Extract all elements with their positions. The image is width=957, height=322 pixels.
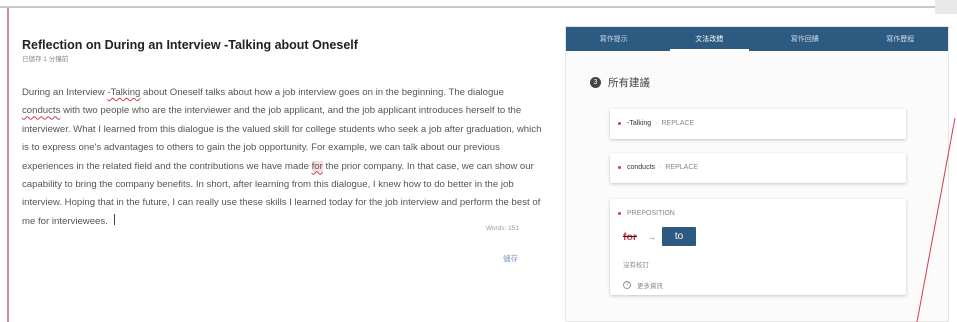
top-divider — [0, 6, 935, 8]
suggestion-type: REPLACE — [665, 164, 699, 171]
original-word: for — [623, 230, 637, 243]
tab-bar: 寫作提示 文法改錯 寫作回饋 寫作歷程 — [566, 27, 948, 51]
editor-panel: Reflection on During an Interview -Talki… — [22, 36, 544, 231]
suggestions-heading: 所有建議 — [608, 77, 650, 89]
window-corner — [935, 0, 957, 14]
suggestion-card[interactable]: conducts · REPLACE — [610, 153, 906, 183]
error-dot-icon — [618, 122, 621, 125]
document-body[interactable]: During an Interview -Talking about Onese… — [22, 84, 544, 231]
more-info-link[interactable]: ? 更多資訊 — [623, 280, 663, 290]
more-info-label: 更多資訊 — [637, 283, 663, 290]
flagged-word-talking[interactable]: -Talking — [107, 87, 140, 98]
word-count: Words: 151 — [485, 225, 519, 232]
flagged-word-conducts[interactable]: conducts — [22, 105, 60, 116]
suggestion-word: -Talking — [627, 120, 652, 127]
red-annotation-line — [916, 118, 956, 322]
error-dot-icon — [618, 212, 621, 215]
document-title: Reflection on During an Interview -Talki… — [22, 38, 358, 52]
body-text: During an Interview — [22, 87, 108, 98]
help-circle-icon: ? — [623, 281, 631, 289]
left-divider — [7, 8, 9, 322]
error-dot-icon — [618, 166, 621, 169]
tab-writing-history[interactable]: 寫作歷程 — [853, 27, 949, 51]
body-text: about Oneself talks about how a job inte… — [140, 87, 504, 98]
correction-row: for → to — [623, 227, 696, 246]
suggestion-type: PREPOSITION — [627, 210, 675, 217]
suggestion-card-expanded[interactable]: PREPOSITION for → to 沒有校訂 ? 更多資訊 — [610, 199, 906, 295]
tab-writing-tips[interactable]: 寫作提示 — [566, 27, 662, 51]
accept-correction-button[interactable]: to — [662, 227, 696, 246]
tab-grammar-check[interactable]: 文法改錯 — [662, 27, 758, 51]
suggestion-word: conducts — [627, 164, 656, 171]
separator: · — [655, 120, 658, 127]
save-button[interactable]: 儲存 — [500, 253, 518, 264]
tab-writing-feedback[interactable]: 寫作回饋 — [757, 27, 853, 51]
separator: · — [659, 164, 662, 171]
flagged-word-for[interactable]: for — [311, 160, 323, 172]
ignore-suggestion-link[interactable]: 沒有校訂 — [623, 259, 649, 269]
save-status: 已儲存 1 分鐘前 — [22, 56, 69, 63]
suggestion-card[interactable]: -Talking · REPLACE — [610, 109, 906, 139]
suggestion-count-badge: 3 — [590, 77, 601, 88]
suggestions-panel: 寫作提示 文法改錯 寫作回饋 寫作歷程 3 所有建議 -Talking · RE… — [565, 26, 949, 322]
suggestions-header: 3 所有建議 — [590, 75, 650, 90]
suggestion-type: REPLACE — [661, 120, 695, 127]
arrow-right-icon: → — [647, 231, 656, 242]
text-caret — [113, 213, 115, 225]
